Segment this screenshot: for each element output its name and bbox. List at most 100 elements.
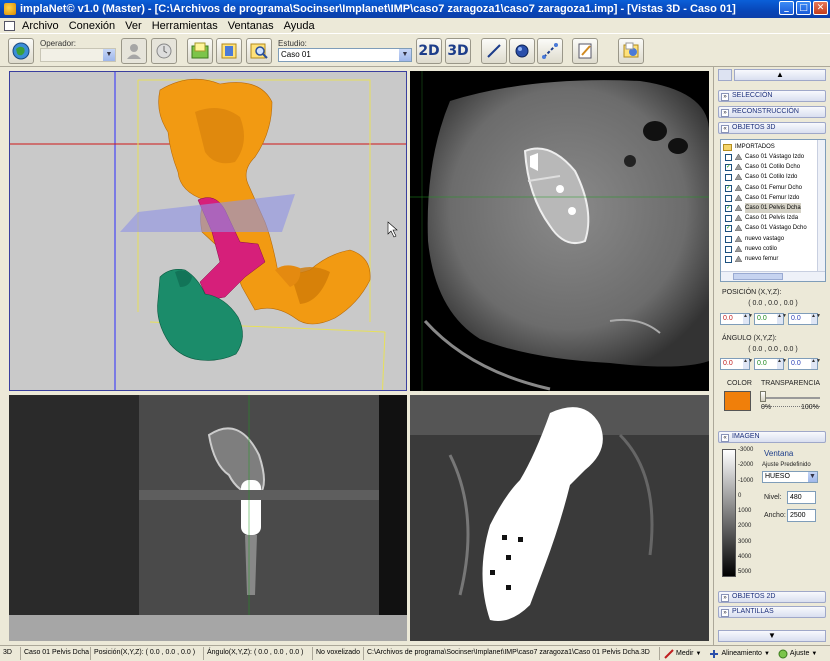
view-2d-button[interactable]: 2D [416,38,442,64]
visibility-checkbox[interactable] [725,256,732,263]
close-button[interactable]: ✕ [813,1,828,15]
visibility-checkbox[interactable]: ✓ [725,164,732,172]
line-tool-button[interactable] [481,38,507,64]
angulo-z-value: 0.0 [791,360,801,367]
view-3d-button[interactable]: 3D [445,38,471,64]
visibility-checkbox[interactable]: ✓ [725,184,732,192]
section-objetos3d-label: OBJETOS 3D [732,124,776,131]
globe-button[interactable] [8,38,34,64]
axis-tool-button[interactable] [537,38,563,64]
spin-arrows-icon: ▲▼ [777,359,787,369]
visibility-checkbox[interactable]: ✓ [725,205,732,212]
section-objetos2d-label: OBJETOS 2D [732,593,776,600]
alineamiento-button[interactable]: Alineamiento ▼ [705,649,773,659]
maximize-button[interactable]: □ [796,1,811,15]
scale-tick-label: 5000 [738,569,752,575]
transparencia-slider-thumb[interactable] [760,391,766,402]
posicion-y-input[interactable]: 0.0 ▲▼ [754,313,787,325]
chevron-down-icon: ▼ [103,49,115,61]
menu-ventanas[interactable]: Ventanas [223,20,279,32]
color-label: COLOR [727,380,752,387]
section-plantillas[interactable]: » PLANTILLAS [718,606,826,618]
pin-button[interactable] [718,69,732,81]
search-study-button[interactable] [246,38,272,64]
ventana-label: Ventana [764,449,794,458]
visibility-checkbox[interactable] [725,235,732,243]
toolbar: Operador: ▼ Estudio: Caso 01 ▼ 2D 3D [0,33,830,67]
mesh-icon [734,255,743,263]
mesh-icon [734,245,743,253]
nivel-label: Nivel: [764,494,782,501]
transparencia-slider-track[interactable] [762,397,820,399]
mouse-cursor-icon [387,221,398,238]
ajuste-select[interactable]: HUESO ▼ [762,471,818,483]
viewport-3d[interactable] [9,71,407,391]
color-swatch[interactable] [724,391,751,411]
posicion-z-input[interactable]: 0.0 ▲▼ [788,313,821,325]
section-reconstruccion[interactable]: » RECONSTRUCCIÓN [718,106,826,118]
clock-button[interactable] [151,38,177,64]
menu-ver[interactable]: Ver [120,20,147,32]
objects-tree[interactable]: IMPORTADOS Caso 01 Vástago Izdo ✓ Caso 01 … [720,139,826,282]
menu-ayuda[interactable]: Ayuda [279,20,320,32]
help-button[interactable] [618,38,644,64]
menu-conexion[interactable]: Conexión [64,20,120,32]
scroll-up-button[interactable]: ▲ [734,69,826,81]
tree-item-label: Caso 01 Cotilo Izdo [745,174,798,181]
scale-tick-label: 3000 [738,538,752,545]
mesh-icon [734,153,743,161]
user-button[interactable] [121,38,147,64]
scale-tick-label: -2000 [738,462,754,469]
scroll-down-button[interactable]: ▼ [718,630,826,642]
ajuste-status-label: Ajuste [789,650,810,657]
edit-document-icon [578,43,592,59]
posicion-x-input[interactable]: 0.0 ▲▼ [720,313,753,325]
hscroll-thumb[interactable] [733,273,783,280]
folder-icon [723,144,732,151]
dropdown-arrow-icon: ▼ [763,650,770,657]
section-imagen[interactable]: «IMAGEN [718,431,826,443]
menu-archivo[interactable]: Archivo [17,20,64,32]
search-icon [250,43,268,59]
viewport-coronal[interactable] [9,395,407,641]
section-objetos3d[interactable]: «OBJETOS 3D [718,122,826,134]
tree-hscrollbar[interactable] [721,271,825,281]
angulo-y-input[interactable]: 0.0 ▲▼ [754,358,787,370]
visibility-checkbox[interactable] [725,215,732,223]
section-seleccion[interactable]: » SELECCIÓN [718,90,826,102]
section-plantillas-label: PLANTILLAS [732,608,774,615]
angulo-z-input[interactable]: 0.0 ▲▼ [788,358,821,370]
nivel-input[interactable]: 480 [787,491,816,504]
visibility-checkbox[interactable] [725,245,732,253]
visibility-checkbox[interactable] [725,174,732,182]
tree-item-label: nuevo vastago [745,235,785,242]
book-button[interactable] [216,38,242,64]
viewport-sagittal[interactable] [410,395,709,641]
viewport-axial[interactable] [410,71,709,391]
sphere-tool-button[interactable] [509,38,535,64]
section-objetos2d[interactable]: » OBJETOS 2D [718,591,826,603]
ajuste-button[interactable]: Ajuste ▼ [774,649,821,659]
visibility-checkbox[interactable] [725,194,732,202]
spin-arrows-icon: ▲▼ [811,359,821,369]
align-icon [710,649,719,658]
minimize-button[interactable]: _ [779,1,794,15]
visibility-checkbox[interactable]: ✓ [725,225,732,233]
operador-select[interactable]: ▼ [40,48,116,62]
spin-arrows-icon: ▲▼ [743,359,753,369]
tree-vscrollbar[interactable] [817,140,825,271]
axis-line-icon [542,43,558,59]
tree-item-label: Caso 01 Femur Izdo [745,194,800,201]
angulo-x-input[interactable]: 0.0 ▲▼ [720,358,753,370]
ancho-input[interactable]: 2500 [787,509,816,522]
document-icon[interactable] [4,20,15,31]
report-button[interactable] [572,38,598,64]
menu-herramientas[interactable]: Herramientas [147,20,223,32]
scale-tick-label: 4000 [738,553,752,560]
visibility-checkbox[interactable] [725,154,732,161]
open-study-button[interactable] [187,38,213,64]
expand-icon: » [721,594,729,602]
scale-tick-label: -3000 [738,447,754,453]
estudio-select[interactable]: Caso 01 ▼ [278,48,412,62]
medir-button[interactable]: Medir ▼ [660,648,705,659]
